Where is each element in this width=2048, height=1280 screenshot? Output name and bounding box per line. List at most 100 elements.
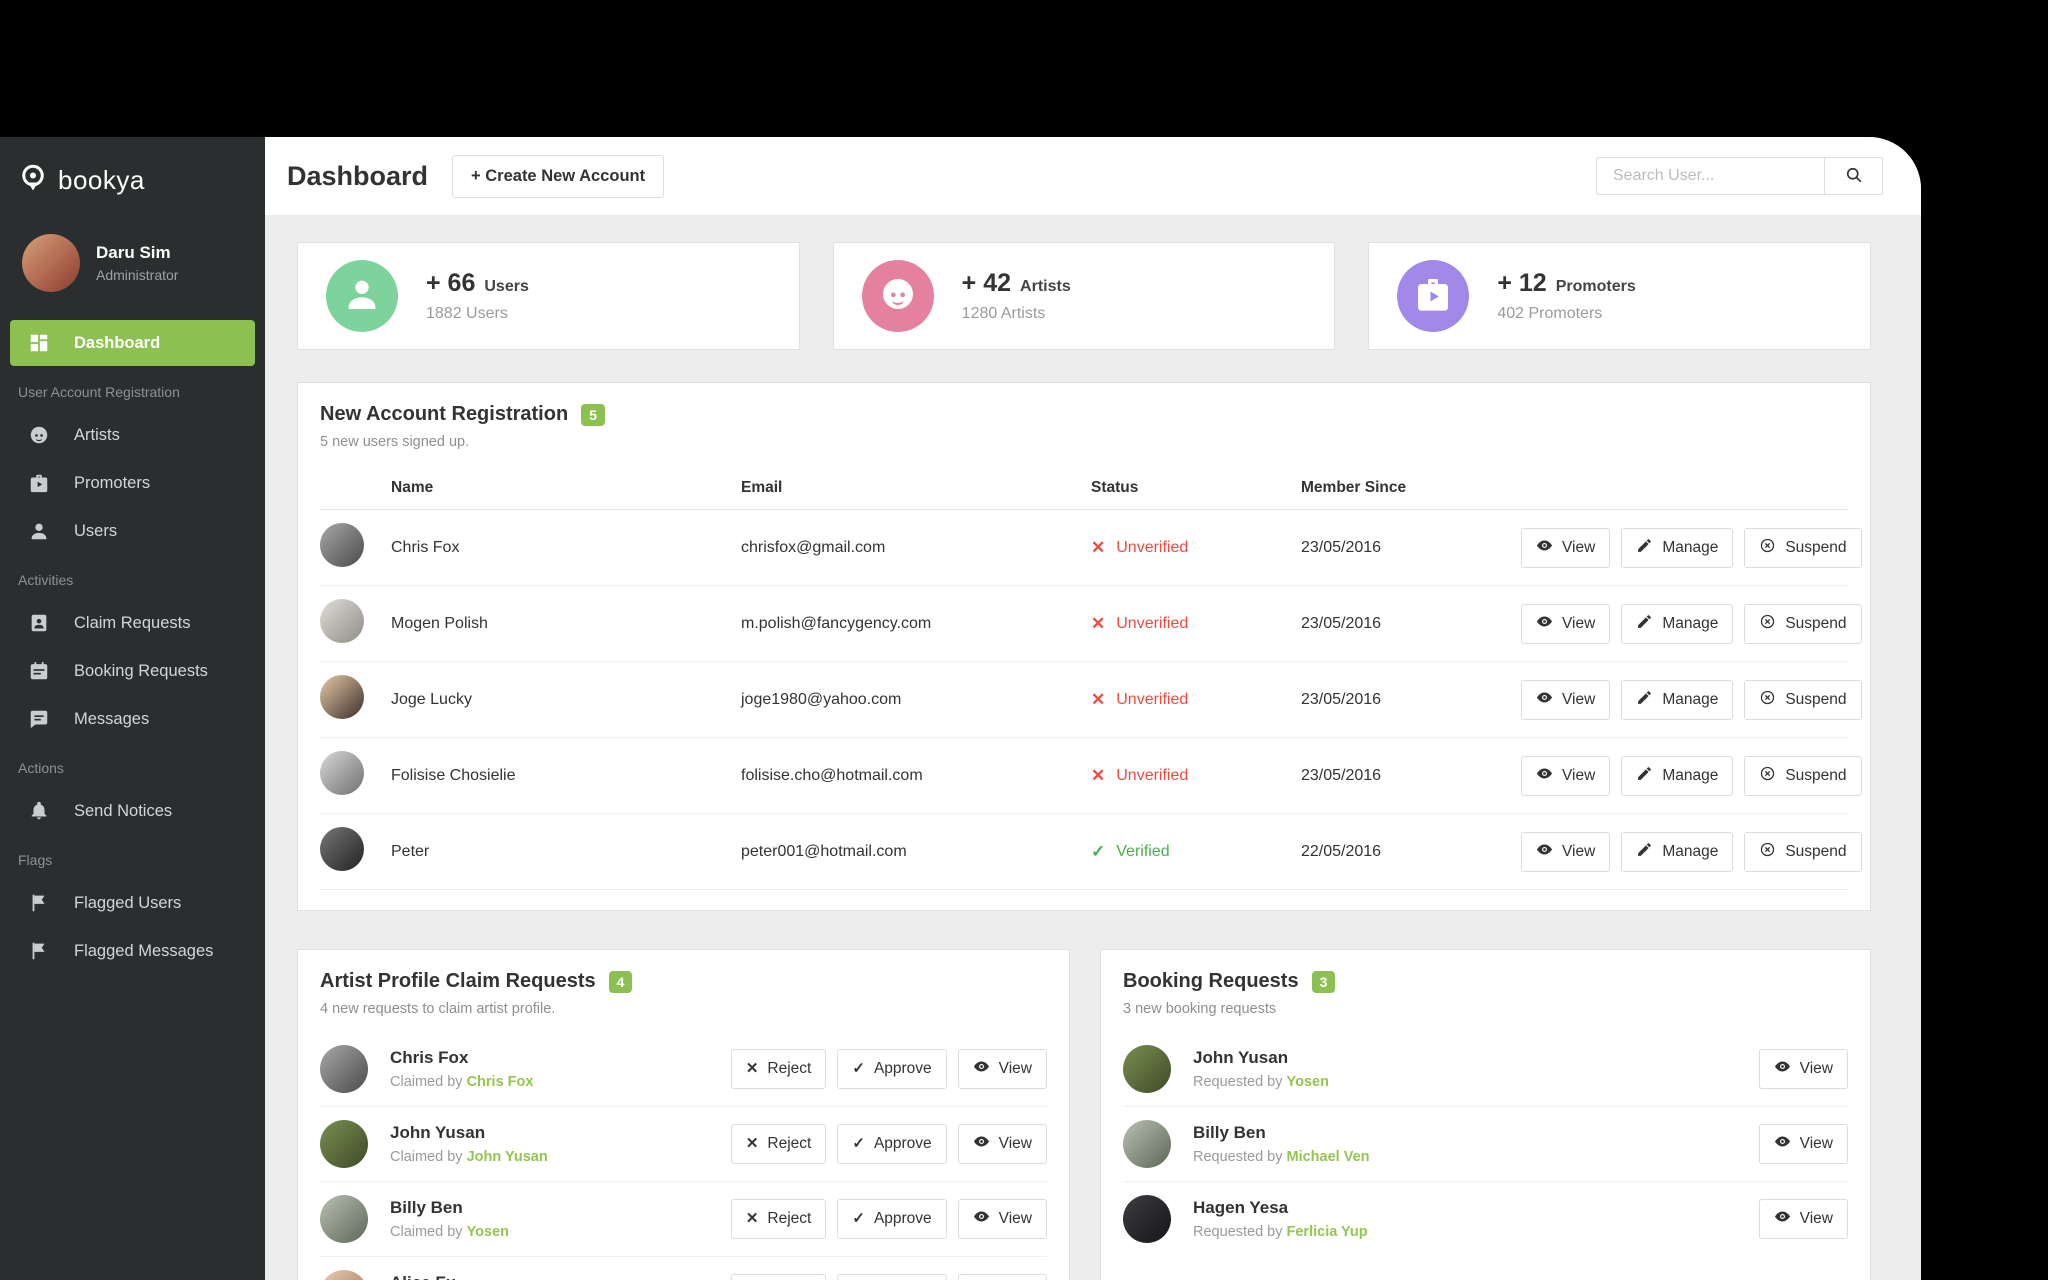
view-button[interactable]: View [1758, 1199, 1848, 1239]
row-email: chrisfox@gmail.com [741, 538, 886, 556]
view-button[interactable]: View [1521, 831, 1611, 872]
table-row: Mogen Polish m.polish@fancygency.com ✕ U… [320, 586, 1862, 662]
row-sub: Requested by Yosen [1193, 1073, 1329, 1090]
list-item: Hagen Yesa Requested by Ferlicia Yup Vie… [1123, 1181, 1848, 1256]
suspend-button[interactable]: Suspend [1744, 679, 1862, 720]
nav-section-label: User Account Registration [18, 384, 180, 400]
flag-icon [28, 892, 50, 914]
avatar [320, 523, 364, 567]
pencil-icon [1636, 689, 1653, 711]
search-button[interactable] [1824, 158, 1882, 194]
pencil-icon [1636, 613, 1653, 635]
view-button[interactable]: View [1758, 1048, 1848, 1089]
table-header: Name Email Status Member Since [320, 466, 1848, 510]
sidebar-item-send-notices[interactable]: Send Notices [10, 788, 255, 834]
booking-requests-panel: Booking Requests 3 3 new booking request… [1100, 949, 1871, 1280]
avatar [320, 751, 364, 795]
sidebar-item-label: Flagged Messages [74, 941, 214, 960]
reject-button[interactable]: ✕ Reject [730, 1199, 827, 1239]
sidebar-item-flagged-messages[interactable]: Flagged Messages [10, 928, 255, 974]
manage-button[interactable]: Manage [1621, 527, 1734, 568]
stat-total: 402 Promoters [1497, 305, 1603, 322]
nav-section: Dashboard [0, 320, 265, 366]
eye-icon [1536, 765, 1553, 787]
status-badge: ✕ Unverified [1091, 689, 1189, 709]
row-sub: Claimed by John Yusan [390, 1149, 548, 1165]
sidebar-item-messages[interactable]: Messages [10, 696, 255, 742]
sidebar-item-dashboard[interactable]: Dashboard [10, 320, 255, 366]
manage-button[interactable]: Manage [1621, 603, 1734, 644]
stats-row: + 66 Users 1882 Users + 42 Artists 1280 … [297, 242, 1872, 350]
nav-section-label: Activities [18, 572, 74, 588]
stat-total: 1280 Artists [961, 305, 1046, 322]
suspend-icon [1759, 689, 1776, 711]
row-member-since: 23/05/2016 [1301, 690, 1382, 708]
column-status: Status [1091, 478, 1139, 496]
panel-title: Artist Profile Claim Requests [320, 970, 596, 992]
list-item: John Yusan Claimed by John Yusan ✕ Rejec… [320, 1106, 1047, 1181]
approve-button[interactable]: ✓ Approve [837, 1199, 947, 1239]
status-badge: ✕ Unverified [1091, 613, 1189, 633]
stat-total: 1882 Users [426, 305, 508, 322]
view-button[interactable]: View [957, 1124, 1047, 1164]
eye-icon [973, 1058, 990, 1080]
sidebar-item-label: Flagged Users [74, 893, 182, 912]
reject-button[interactable]: ✕ Reject [730, 1048, 827, 1089]
row-name: Chris Fox [391, 538, 460, 556]
sidebar-item-claim-requests[interactable]: Claim Requests [10, 600, 255, 646]
eye-icon [1536, 841, 1553, 863]
sidebar-item-label: Messages [74, 709, 150, 728]
bottom-panels: Artist Profile Claim Requests 4 4 new re… [297, 949, 1871, 1280]
view-button[interactable]: View [957, 1199, 1047, 1239]
view-button[interactable]: View [1521, 755, 1611, 796]
logo[interactable]: bookya [0, 137, 265, 198]
sidebar-item-promoters[interactable]: Promoters [10, 460, 255, 506]
sidebar-item-flagged-users[interactable]: Flagged Users [10, 880, 255, 926]
reject-button[interactable]: ✕ Reject [730, 1274, 827, 1280]
logo-text: bookya [58, 165, 145, 195]
row-name: John Yusan [390, 1123, 486, 1142]
stat-card-promoters: + 12 Promoters 402 Promoters [1368, 242, 1872, 350]
check-icon: ✓ [852, 1135, 865, 1152]
column-email: Email [741, 478, 783, 496]
row-name: Mogen Polish [391, 614, 488, 632]
manage-button[interactable]: Manage [1621, 679, 1734, 720]
artist-face-icon [878, 274, 918, 319]
reject-button[interactable]: ✕ Reject [730, 1124, 827, 1164]
avatar [1123, 1195, 1171, 1243]
view-button[interactable]: View [1521, 679, 1611, 720]
view-button[interactable]: View [1521, 527, 1611, 568]
create-new-account-button[interactable]: + Create New Account [452, 154, 665, 198]
search-input[interactable] [1597, 158, 1824, 194]
manage-button[interactable]: Manage [1621, 755, 1734, 796]
sidebar-item-booking-requests[interactable]: Booking Requests [10, 648, 255, 694]
approve-button[interactable]: ✓ Approve [837, 1274, 947, 1280]
manage-button[interactable]: Manage [1621, 831, 1734, 872]
suspend-icon [1759, 537, 1776, 559]
stat-delta: + 66 [426, 269, 476, 297]
view-button[interactable]: View [1521, 603, 1611, 644]
count-badge: 3 [1311, 970, 1336, 993]
user-profile[interactable]: Daru Sim Administrator [0, 198, 265, 292]
suspend-button[interactable]: Suspend [1744, 831, 1862, 872]
eye-icon [973, 1208, 990, 1230]
suspend-button[interactable]: Suspend [1744, 527, 1862, 568]
chat-icon [28, 708, 50, 730]
suspend-button[interactable]: Suspend [1744, 603, 1862, 644]
sidebar-item-artists[interactable]: Artists [10, 412, 255, 458]
suspend-button[interactable]: Suspend [1744, 755, 1862, 796]
view-button[interactable]: View [957, 1274, 1047, 1280]
view-button[interactable]: View [957, 1048, 1047, 1089]
status-icon: ✕ [1091, 537, 1106, 557]
approve-button[interactable]: ✓ Approve [837, 1124, 947, 1164]
view-button[interactable]: View [1758, 1124, 1848, 1164]
count-badge: 5 [581, 403, 605, 426]
header: Dashboard + Create New Account [265, 137, 1921, 215]
sidebar-item-users[interactable]: Users [10, 508, 255, 554]
avatar [320, 1120, 368, 1168]
eye-icon [973, 1133, 990, 1155]
eye-icon [1774, 1058, 1791, 1080]
sidebar-item-label: Users [74, 521, 118, 540]
person-icon [28, 520, 50, 542]
approve-button[interactable]: ✓ Approve [837, 1048, 947, 1089]
